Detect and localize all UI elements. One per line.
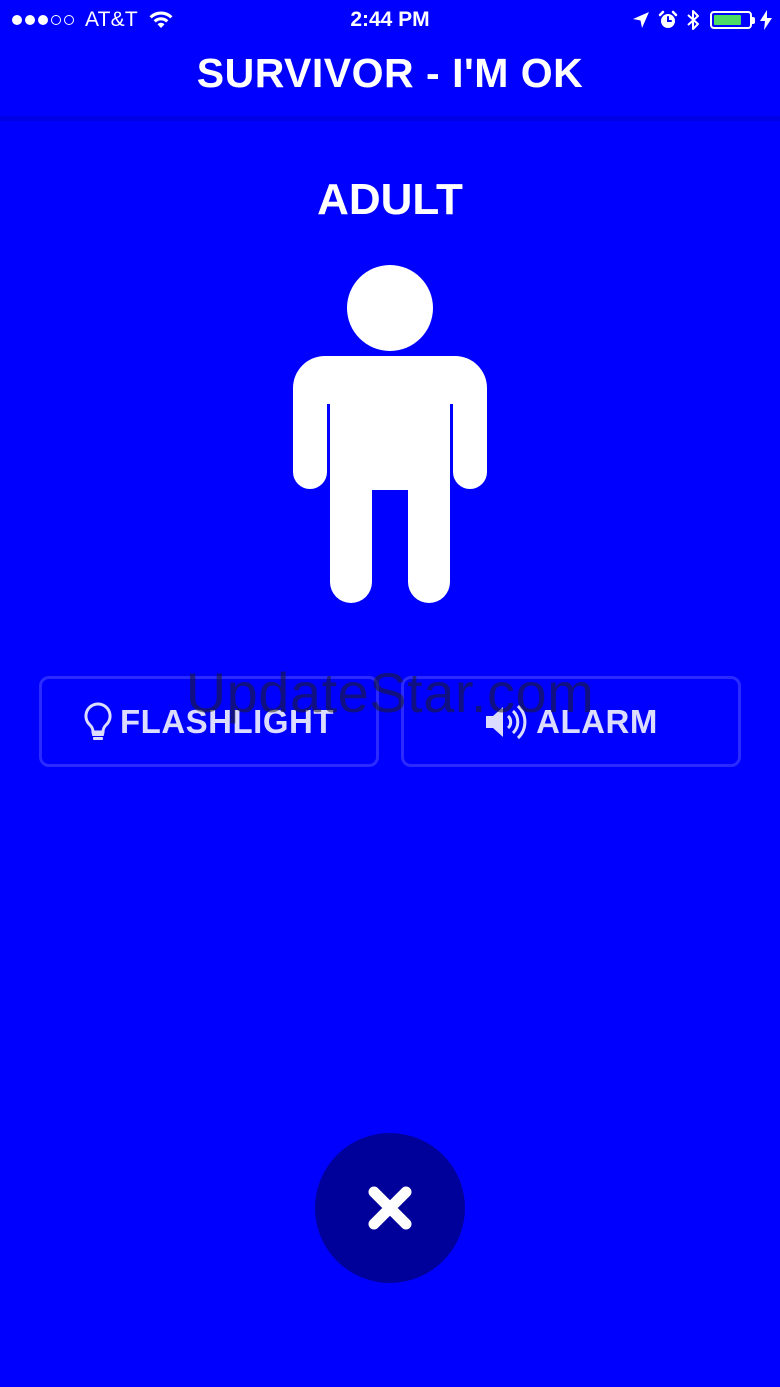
alarm-clock-icon <box>658 10 678 28</box>
lightbulb-icon <box>84 701 112 740</box>
page-title: SURVIVOR - I'M OK <box>196 50 584 96</box>
close-icon <box>368 1186 412 1230</box>
status-right <box>624 7 772 33</box>
status-bar: AT&T 2:44 PM <box>0 0 780 40</box>
alarm-label: ALARM <box>536 702 658 740</box>
location-arrow-icon <box>633 12 649 28</box>
bluetooth-icon <box>687 10 699 30</box>
speaker-icon <box>486 704 527 739</box>
navigation-bar: SURVIVOR - I'M OK <box>0 40 780 119</box>
close-button[interactable] <box>315 1133 465 1283</box>
adult-person-icon <box>293 265 487 603</box>
battery-icon <box>710 11 755 29</box>
alarm-button[interactable]: ALARM <box>401 676 741 767</box>
person-type-label: ADULT <box>317 175 463 224</box>
charging-bolt-icon <box>760 10 772 30</box>
flashlight-button[interactable]: FLASHLIGHT <box>39 676 379 767</box>
flashlight-label: FLASHLIGHT <box>120 702 334 740</box>
